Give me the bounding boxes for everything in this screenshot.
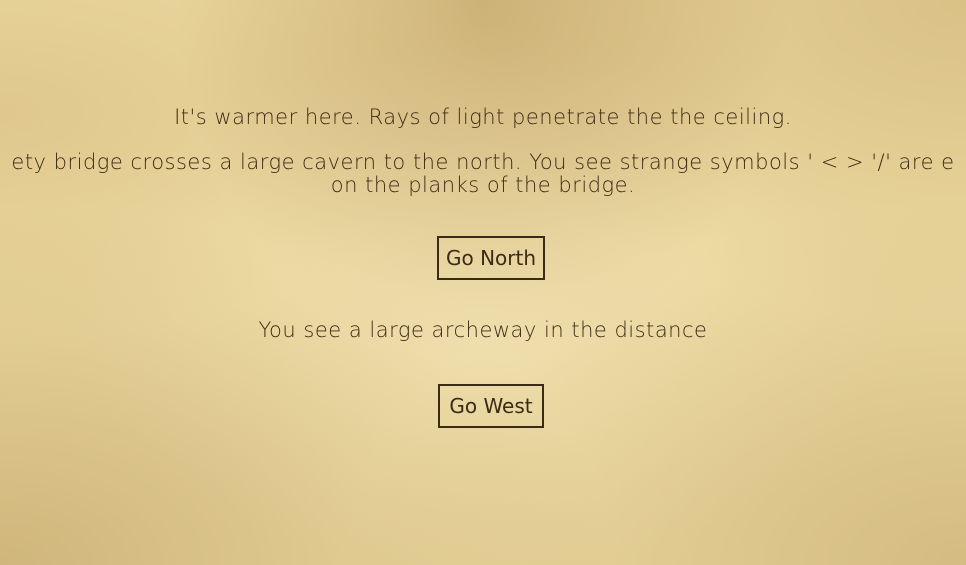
story-text-planks: on the planks of the bridge.: [330, 173, 636, 197]
story-text-bridge: ety bridge crosses a large cavern to the…: [11, 150, 955, 174]
story-text-warmth: It's warmer here. Rays of light penetrat…: [174, 105, 792, 129]
story-text-archway: You see a large archeway in the distance: [258, 318, 708, 342]
go-west-button[interactable]: Go West: [438, 384, 544, 428]
game-scene: It's warmer here. Rays of light penetrat…: [0, 0, 966, 565]
go-north-button[interactable]: Go North: [437, 236, 545, 280]
